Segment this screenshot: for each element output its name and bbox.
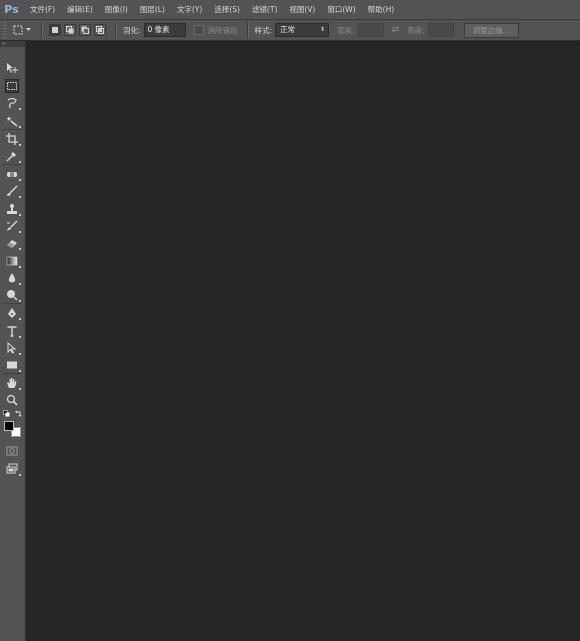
new-selection-icon <box>52 27 58 33</box>
path-selection-icon[interactable] <box>5 341 21 355</box>
photoshop-logo: Ps <box>4 3 19 16</box>
subtract-selection-icon <box>81 26 89 34</box>
marquee-preset-icon <box>13 25 23 35</box>
height-input[interactable] <box>427 23 454 37</box>
eraser-icon[interactable] <box>5 236 21 250</box>
clone-stamp-icon[interactable] <box>5 202 21 216</box>
blur-icon[interactable] <box>5 271 21 285</box>
style-select-value: 正常 <box>280 25 296 34</box>
divider <box>41 22 43 38</box>
intersect-selection-icon <box>96 26 104 34</box>
crop-icon[interactable] <box>5 132 21 146</box>
zoom-icon[interactable] <box>5 393 19 407</box>
refine-edge-button[interactable]: 调整边缘... <box>463 22 519 38</box>
healing-brush-icon[interactable] <box>5 167 21 181</box>
menu-filter[interactable]: 滤镜(T) <box>252 4 277 15</box>
add-selection-icon <box>66 26 74 34</box>
divider <box>115 22 117 38</box>
gradient-icon[interactable] <box>5 254 21 268</box>
antialias-label: 消除锯齿 <box>207 25 238 35</box>
menu-edit[interactable]: 编辑(E) <box>67 4 93 15</box>
divider <box>3 373 22 374</box>
magic-wand-icon[interactable] <box>5 114 21 128</box>
tool-preset-picker[interactable] <box>13 23 35 37</box>
subtract-from-selection-button[interactable] <box>79 24 91 36</box>
collapse-panel-icon[interactable]: » <box>0 41 25 47</box>
quick-mask-icon[interactable] <box>5 444 19 458</box>
rectangle-shape-icon[interactable] <box>5 358 21 372</box>
divider <box>3 129 22 130</box>
default-colors-icon[interactable] <box>3 410 10 417</box>
menu-layer[interactable]: 图层(L) <box>140 4 165 15</box>
dodge-icon[interactable] <box>5 288 21 302</box>
menu-help[interactable]: 帮助(H) <box>368 4 395 15</box>
options-bar: 羽化: 0 像素 消除锯齿 样式: 正常 ⬍ 宽度: ⇄ 高度: 调整边缘... <box>0 20 580 41</box>
document-workspace[interactable] <box>26 41 580 641</box>
menu-select[interactable]: 选择(S) <box>214 4 240 15</box>
swap-colors-icon[interactable] <box>15 410 22 417</box>
width-label: 宽度: <box>337 25 355 35</box>
menu-window[interactable]: 窗口(W) <box>327 4 355 15</box>
select-arrows-icon: ⬍ <box>320 26 326 33</box>
width-input[interactable] <box>357 23 384 37</box>
divider <box>246 22 249 38</box>
divider <box>3 303 22 304</box>
pen-icon[interactable] <box>5 306 21 320</box>
divider <box>3 164 22 165</box>
feather-input[interactable]: 0 像素 <box>143 23 186 37</box>
history-brush-icon[interactable] <box>5 219 21 233</box>
add-to-selection-button[interactable] <box>64 24 76 36</box>
menu-view[interactable]: 视图(V) <box>289 4 315 15</box>
swap-width-height-icon[interactable]: ⇄ <box>392 25 400 35</box>
menu-type[interactable]: 文字(Y) <box>177 4 202 15</box>
brush-icon[interactable] <box>5 184 21 198</box>
rectangular-marquee-icon[interactable] <box>5 79 19 93</box>
style-select[interactable]: 正常 ⬍ <box>275 23 330 37</box>
tools-panel: » <box>0 41 26 641</box>
eyedropper-icon[interactable] <box>5 149 21 163</box>
options-bar-grip[interactable] <box>3 22 7 38</box>
type-icon[interactable] <box>5 324 21 338</box>
foreground-color-swatch[interactable] <box>4 421 14 431</box>
feather-label: 羽化: <box>123 25 141 35</box>
hand-icon[interactable] <box>5 376 21 390</box>
antialias-checkbox[interactable] <box>193 25 204 35</box>
lasso-icon[interactable] <box>5 96 21 110</box>
menu-bar: Ps 文件(F) 编辑(E) 图像(I) 图层(L) 文字(Y) 选择(S) 滤… <box>0 0 580 20</box>
height-label: 高度: <box>407 25 425 35</box>
new-selection-button[interactable] <box>49 24 61 36</box>
menu-file[interactable]: 文件(F) <box>30 4 55 15</box>
intersect-selection-button[interactable] <box>94 24 106 36</box>
screen-mode-icon[interactable] <box>5 462 21 476</box>
chevron-down-icon <box>26 28 31 31</box>
menu-image[interactable]: 图像(I) <box>105 4 128 15</box>
style-label: 样式: <box>254 25 273 35</box>
move-icon[interactable] <box>5 61 19 75</box>
